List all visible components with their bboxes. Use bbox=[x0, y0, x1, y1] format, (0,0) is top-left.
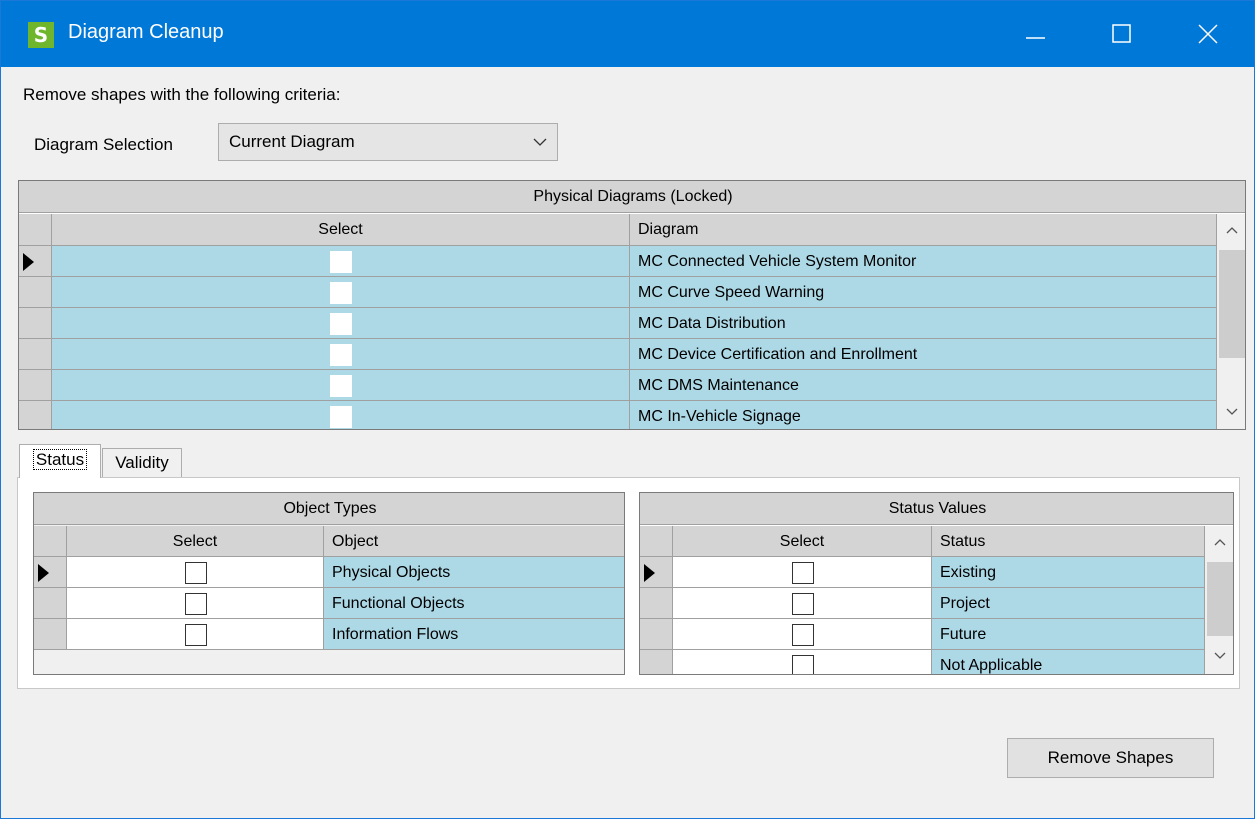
row-header[interactable] bbox=[640, 588, 673, 619]
current-row-arrow-icon bbox=[38, 563, 49, 582]
column-header-status[interactable]: Status bbox=[932, 526, 1205, 557]
object-type-cell[interactable]: Functional Objects bbox=[324, 588, 624, 619]
row-header-corner bbox=[640, 526, 673, 557]
select-cell bbox=[673, 619, 932, 650]
row-header[interactable] bbox=[34, 619, 67, 650]
status-value-cell[interactable]: Not Applicable bbox=[932, 650, 1205, 674]
row-header[interactable] bbox=[19, 339, 52, 370]
tab-status-label: Status bbox=[32, 449, 88, 470]
maximize-icon bbox=[1112, 24, 1131, 43]
select-cell bbox=[673, 588, 932, 619]
scroll-down-icon[interactable] bbox=[1226, 408, 1238, 416]
physical-diagrams-grid: Physical Diagrams (Locked) Select Diagra… bbox=[18, 180, 1246, 430]
select-checkbox[interactable] bbox=[791, 654, 814, 674]
minimize-icon bbox=[1026, 37, 1045, 39]
select-cell bbox=[52, 370, 630, 401]
tab-validity[interactable]: Validity bbox=[102, 448, 182, 478]
row-header[interactable] bbox=[34, 588, 67, 619]
status-grid-scrollbar[interactable] bbox=[1205, 526, 1233, 674]
row-header[interactable] bbox=[19, 308, 52, 339]
column-header-select[interactable]: Select bbox=[67, 526, 324, 557]
select-checkbox[interactable] bbox=[791, 623, 814, 646]
row-header[interactable] bbox=[34, 557, 67, 588]
object-type-cell[interactable]: Information Flows bbox=[324, 619, 624, 650]
diagram-name-cell[interactable]: MC Curve Speed Warning bbox=[630, 277, 1217, 308]
select-checkbox[interactable] bbox=[330, 250, 352, 273]
select-checkbox[interactable] bbox=[330, 343, 352, 366]
select-cell bbox=[673, 557, 932, 588]
column-header-object[interactable]: Object bbox=[324, 526, 624, 557]
diagram-name-cell[interactable]: MC Device Certification and Enrollment bbox=[630, 339, 1217, 370]
select-cell bbox=[67, 557, 324, 588]
diagram-name-cell[interactable]: MC Connected Vehicle System Monitor bbox=[630, 246, 1217, 277]
select-checkbox[interactable] bbox=[791, 561, 814, 584]
select-checkbox[interactable] bbox=[184, 623, 207, 646]
row-header-corner bbox=[19, 214, 52, 246]
status-value-cell[interactable]: Project bbox=[932, 588, 1205, 619]
column-header-select[interactable]: Select bbox=[673, 526, 932, 557]
chevron-down-icon bbox=[533, 138, 547, 146]
diagram-name-cell[interactable]: MC DMS Maintenance bbox=[630, 370, 1217, 401]
title-bar[interactable]: S Diagram Cleanup bbox=[1, 1, 1254, 67]
select-checkbox[interactable] bbox=[330, 374, 352, 397]
status-value-cell[interactable]: Existing bbox=[932, 557, 1205, 588]
diagram-cleanup-window: S Diagram Cleanup Remove shapes with the… bbox=[0, 0, 1255, 819]
object-types-grid-title: Object Types bbox=[34, 493, 624, 525]
row-header[interactable] bbox=[19, 370, 52, 401]
status-value-cell[interactable]: Future bbox=[932, 619, 1205, 650]
close-icon bbox=[1198, 24, 1218, 44]
select-checkbox[interactable] bbox=[791, 592, 814, 615]
tab-status[interactable]: Status bbox=[19, 444, 101, 478]
diagram-name-cell[interactable]: MC In-Vehicle Signage bbox=[630, 401, 1217, 429]
select-cell bbox=[673, 650, 932, 674]
select-cell bbox=[52, 277, 630, 308]
select-checkbox[interactable] bbox=[330, 312, 352, 335]
select-cell bbox=[52, 308, 630, 339]
scrollbar-thumb[interactable] bbox=[1207, 562, 1233, 636]
current-row-arrow-icon bbox=[23, 252, 34, 271]
row-header[interactable] bbox=[19, 277, 52, 308]
select-cell bbox=[52, 401, 630, 429]
remove-shapes-button[interactable]: Remove Shapes bbox=[1007, 738, 1214, 778]
column-header-diagram[interactable]: Diagram bbox=[630, 214, 1217, 246]
select-checkbox[interactable] bbox=[330, 405, 352, 428]
physical-grid-scrollbar[interactable] bbox=[1217, 214, 1245, 429]
scroll-down-icon[interactable] bbox=[1214, 652, 1226, 660]
column-header-select[interactable]: Select bbox=[52, 214, 630, 246]
row-header[interactable] bbox=[640, 619, 673, 650]
select-cell bbox=[52, 246, 630, 277]
status-values-grid: Status Values Select Status Existing Proj… bbox=[639, 492, 1234, 675]
select-checkbox[interactable] bbox=[330, 281, 352, 304]
row-header[interactable] bbox=[640, 650, 673, 674]
row-header-corner bbox=[34, 526, 67, 557]
app-logo-icon: S bbox=[28, 22, 54, 48]
scrollbar-thumb[interactable] bbox=[1219, 250, 1245, 358]
status-tab-panel: Object Types Select Object Physical Obje… bbox=[17, 477, 1240, 689]
object-type-cell[interactable]: Physical Objects bbox=[324, 557, 624, 588]
object-types-grid: Object Types Select Object Physical Obje… bbox=[33, 492, 625, 675]
criteria-label: Remove shapes with the following criteri… bbox=[23, 85, 341, 104]
status-values-grid-title: Status Values bbox=[640, 493, 1233, 525]
select-cell bbox=[67, 588, 324, 619]
current-row-arrow-icon bbox=[644, 563, 655, 582]
row-header[interactable] bbox=[640, 557, 673, 588]
diagram-selection-label: Diagram Selection bbox=[34, 135, 173, 154]
row-header[interactable] bbox=[19, 401, 52, 429]
diagram-name-cell[interactable]: MC Data Distribution bbox=[630, 308, 1217, 339]
scroll-up-icon[interactable] bbox=[1226, 226, 1238, 234]
tab-validity-label: Validity bbox=[115, 453, 169, 472]
physical-diagrams-grid-title: Physical Diagrams (Locked) bbox=[19, 181, 1245, 213]
close-button[interactable] bbox=[1168, 1, 1248, 67]
diagram-selection-value: Current Diagram bbox=[229, 132, 355, 151]
select-checkbox[interactable] bbox=[184, 592, 207, 615]
scroll-up-icon[interactable] bbox=[1214, 538, 1226, 546]
select-cell bbox=[67, 619, 324, 650]
maximize-button[interactable] bbox=[1082, 1, 1162, 67]
row-header[interactable] bbox=[19, 246, 52, 277]
window-title: Diagram Cleanup bbox=[68, 21, 224, 43]
select-checkbox[interactable] bbox=[184, 561, 207, 584]
diagram-selection-dropdown[interactable]: Current Diagram bbox=[218, 123, 558, 161]
select-cell bbox=[52, 339, 630, 370]
minimize-button[interactable] bbox=[996, 1, 1076, 67]
